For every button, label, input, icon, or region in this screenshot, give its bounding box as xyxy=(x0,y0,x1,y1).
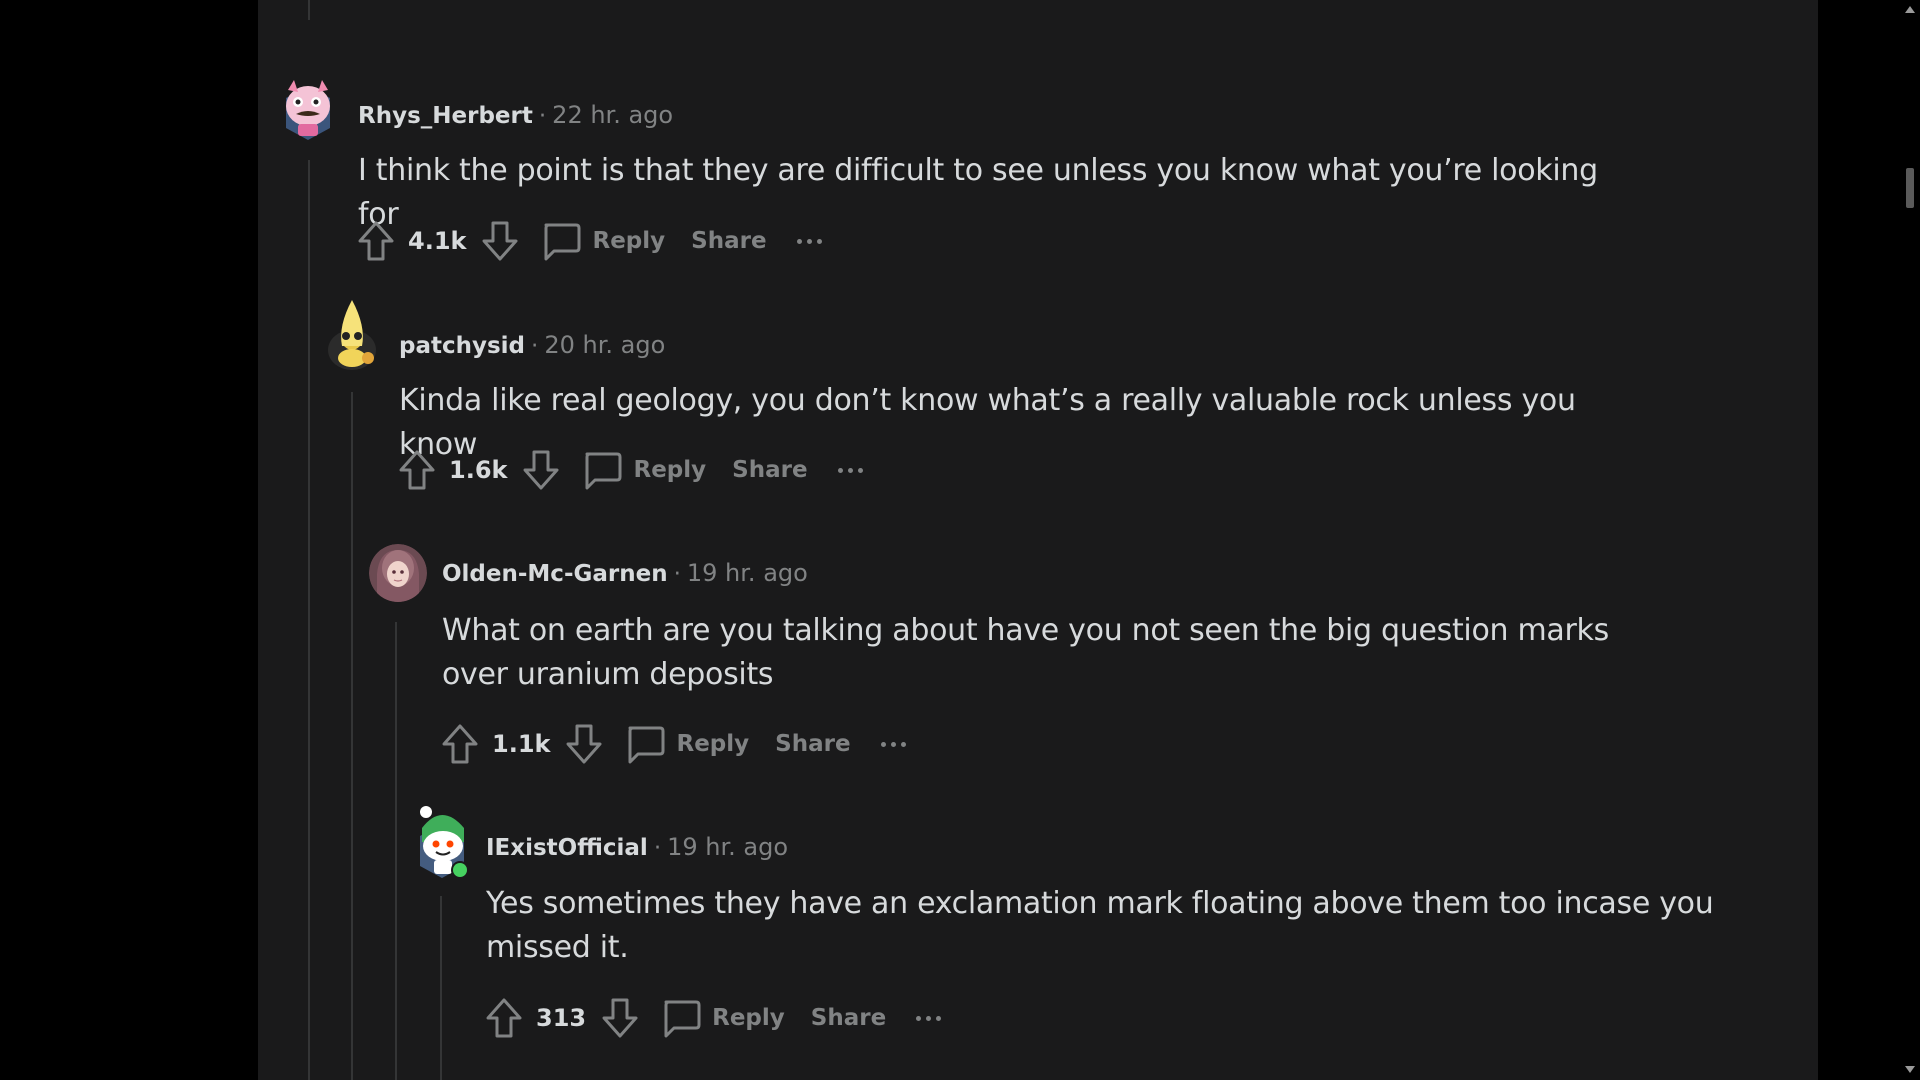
comment-actions: 1.1k Reply Share xyxy=(440,722,906,766)
comment-actions: 313 Reply Share xyxy=(484,996,942,1040)
more-options-icon[interactable] xyxy=(796,238,822,244)
username[interactable]: patchysid xyxy=(399,333,525,359)
downvote-arrow-icon[interactable] xyxy=(480,219,520,263)
avatar-image xyxy=(286,80,330,140)
reply-label: Reply xyxy=(712,1005,785,1031)
timestamp[interactable]: 19 hr. ago xyxy=(687,559,808,587)
vertical-scrollbar[interactable] xyxy=(1900,0,1920,1080)
vote-score: 4.1k xyxy=(408,227,467,255)
comment-actions: 4.1k Reply Share xyxy=(356,219,822,263)
upvote-arrow-icon[interactable] xyxy=(356,219,396,263)
downvote-arrow-icon[interactable] xyxy=(600,996,640,1040)
share-button[interactable]: Share xyxy=(691,228,766,254)
comment-meta: Olden-Mc-Garnen · 19 hr. ago xyxy=(442,561,808,586)
separator: · xyxy=(531,333,539,359)
separator: · xyxy=(673,561,681,587)
avatar-image xyxy=(328,300,376,370)
more-options-icon[interactable] xyxy=(837,467,863,473)
avatar-image xyxy=(369,544,427,602)
comment-bubble-icon xyxy=(660,996,702,1040)
thread-line-level-2[interactable] xyxy=(351,392,353,1080)
comment-meta: patchysid · 20 hr. ago xyxy=(399,333,665,358)
separator: · xyxy=(653,835,662,861)
reply-button[interactable]: Reply xyxy=(660,996,785,1040)
online-status-icon xyxy=(453,863,467,877)
share-button[interactable]: Share xyxy=(732,457,807,483)
timestamp[interactable]: 20 hr. ago xyxy=(544,331,665,359)
comment-actions: 1.6k Reply Share xyxy=(397,448,863,492)
downvote-arrow-icon[interactable] xyxy=(564,722,604,766)
share-button[interactable]: Share xyxy=(811,1005,886,1031)
vote-score: 313 xyxy=(536,1004,587,1032)
username[interactable]: Olden-Mc-Garnen xyxy=(442,561,668,587)
upvote-arrow-icon[interactable] xyxy=(484,996,524,1040)
avatar-image xyxy=(420,806,469,879)
reply-button[interactable]: Reply xyxy=(581,448,706,492)
avatar[interactable] xyxy=(278,68,338,146)
upvote-arrow-icon[interactable] xyxy=(397,448,437,492)
scroll-down-arrow-icon[interactable] xyxy=(1905,1066,1915,1073)
timestamp[interactable]: 22 hr. ago xyxy=(552,101,673,129)
comment-bubble-icon xyxy=(540,219,582,263)
share-button[interactable]: Share xyxy=(775,731,850,757)
comment-bubble-icon xyxy=(624,722,666,766)
scrollbar-thumb[interactable] xyxy=(1906,168,1914,208)
avatar[interactable] xyxy=(369,544,427,602)
downvote-arrow-icon[interactable] xyxy=(521,448,561,492)
comment-body: Yes sometimes they have an exclamation m… xyxy=(486,886,1714,965)
separator: · xyxy=(538,103,547,129)
more-options-icon[interactable] xyxy=(916,1015,942,1021)
avatar[interactable] xyxy=(324,296,384,374)
comment-body: What on earth are you talking about have… xyxy=(442,613,1609,692)
scroll-up-arrow-icon[interactable] xyxy=(1905,6,1915,13)
comment-bubble-icon xyxy=(581,448,623,492)
thread-line-level-4[interactable] xyxy=(440,896,442,1080)
thread-line-root[interactable] xyxy=(308,0,310,20)
reply-button[interactable]: Reply xyxy=(540,219,665,263)
page: Rhys_Herbert · 22 hr. ago I think the poin… xyxy=(0,0,1920,1080)
reply-label: Reply xyxy=(676,731,750,757)
comment-meta: Rhys_Herbert · 22 hr. ago xyxy=(358,103,673,128)
timestamp[interactable]: 19 hr. ago xyxy=(667,833,788,861)
comments-panel: Rhys_Herbert · 22 hr. ago I think the poin… xyxy=(258,0,1818,1080)
reply-label: Reply xyxy=(633,457,707,483)
vote-score: 1.6k xyxy=(449,456,508,484)
avatar[interactable] xyxy=(412,802,474,882)
reply-button[interactable]: Reply xyxy=(624,722,749,766)
reply-label: Reply xyxy=(592,228,666,254)
username[interactable]: Rhys_Herbert xyxy=(358,103,533,129)
comment-meta: IExistOfficial · 19 hr. ago xyxy=(486,835,788,860)
thread-line-level-3[interactable] xyxy=(395,622,397,1080)
upvote-arrow-icon[interactable] xyxy=(440,722,480,766)
vote-score: 1.1k xyxy=(492,730,551,758)
more-options-icon[interactable] xyxy=(880,741,906,747)
thread-line-level-1[interactable] xyxy=(308,160,310,1080)
username[interactable]: IExistOfficial xyxy=(486,835,648,861)
